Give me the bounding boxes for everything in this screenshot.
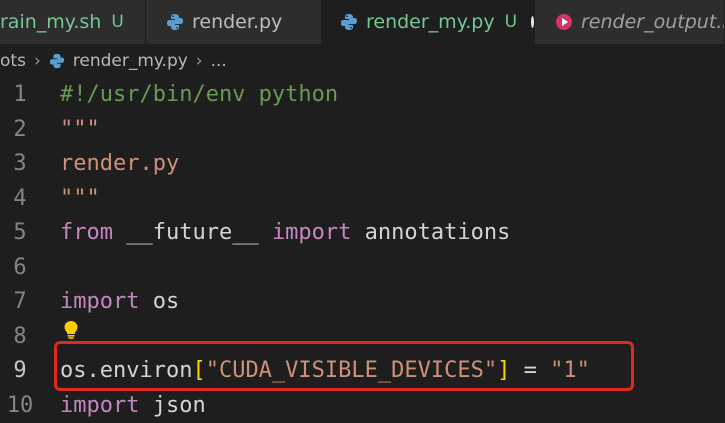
line-code[interactable]: render.py bbox=[60, 147, 179, 181]
code-token: annotations bbox=[351, 220, 510, 245]
tab-bar: rain_my.sh U render.py render_my.py U bbox=[0, 0, 725, 44]
line-number: 3 bbox=[0, 147, 40, 181]
line-code[interactable]: #!/usr/bin/env python bbox=[60, 78, 338, 112]
line-number: 10 bbox=[0, 389, 40, 423]
tab-rain-my-sh[interactable]: rain_my.sh U bbox=[0, 0, 146, 44]
code-token: os bbox=[139, 289, 179, 314]
tab-render-py[interactable]: render.py bbox=[146, 0, 322, 44]
tab-label: render.py bbox=[192, 11, 282, 33]
unsaved-dot-icon[interactable] bbox=[531, 16, 534, 28]
untracked-badge: U bbox=[505, 12, 517, 32]
media-play-icon bbox=[555, 13, 573, 31]
line-number: 4 bbox=[0, 182, 40, 216]
code-token: json bbox=[139, 393, 205, 418]
chevron-right-icon: › bbox=[196, 51, 203, 71]
code-line[interactable]: 5 from __future__ import annotations bbox=[0, 216, 725, 251]
code-line[interactable]: 10 import json bbox=[0, 389, 725, 423]
breadcrumb-file[interactable]: render_my.py bbox=[73, 51, 188, 71]
code-token: __future__ bbox=[113, 220, 272, 245]
code-token: import bbox=[60, 289, 139, 314]
line-number: 6 bbox=[0, 251, 40, 285]
tab-render-my-py[interactable]: render_my.py U bbox=[322, 0, 535, 44]
chevron-right-icon: › bbox=[34, 51, 41, 71]
line-code[interactable]: """ bbox=[60, 113, 100, 147]
code-line[interactable]: 1 #!/usr/bin/env python bbox=[0, 78, 725, 113]
line-number: 2 bbox=[0, 113, 40, 147]
tab-render-output[interactable]: render_output.mp bbox=[535, 0, 725, 44]
code-line[interactable]: 2 """ bbox=[0, 113, 725, 148]
breadcrumb-folder[interactable]: ots bbox=[0, 51, 26, 71]
line-number: 1 bbox=[0, 78, 40, 112]
code-token: import bbox=[60, 393, 139, 418]
line-code[interactable]: import json bbox=[60, 389, 206, 423]
tab-label: render_output.mp bbox=[581, 11, 725, 33]
untracked-badge: U bbox=[111, 12, 123, 32]
line-number: 7 bbox=[0, 285, 40, 319]
tab-label: render_my.py bbox=[366, 11, 495, 33]
code-line[interactable]: 3 render.py bbox=[0, 147, 725, 182]
line-code[interactable]: from __future__ import annotations bbox=[60, 216, 510, 250]
code-token: render.py bbox=[60, 151, 179, 176]
highlight-box bbox=[54, 341, 634, 391]
code-line[interactable]: 7 import os bbox=[0, 285, 725, 320]
code-token: """ bbox=[60, 186, 100, 211]
code-token: #!/usr/bin/env python bbox=[60, 82, 338, 107]
tab-label: rain_my.sh bbox=[0, 11, 101, 33]
line-number: 8 bbox=[0, 320, 40, 354]
breadcrumb: ots › render_my.py › ... bbox=[0, 44, 725, 78]
python-icon bbox=[340, 13, 358, 31]
code-token: import bbox=[272, 220, 351, 245]
code-line[interactable]: 4 """ bbox=[0, 182, 725, 217]
line-number: 5 bbox=[0, 216, 40, 250]
python-icon bbox=[166, 13, 184, 31]
line-number: 9 bbox=[0, 354, 40, 388]
code-token: """ bbox=[60, 117, 100, 142]
code-line[interactable]: 6 bbox=[0, 251, 725, 286]
line-code[interactable]: """ bbox=[60, 182, 100, 216]
line-code[interactable]: import os bbox=[60, 285, 179, 319]
python-icon bbox=[49, 53, 65, 69]
breadcrumb-symbols[interactable]: ... bbox=[211, 51, 227, 71]
code-token: from bbox=[60, 220, 113, 245]
